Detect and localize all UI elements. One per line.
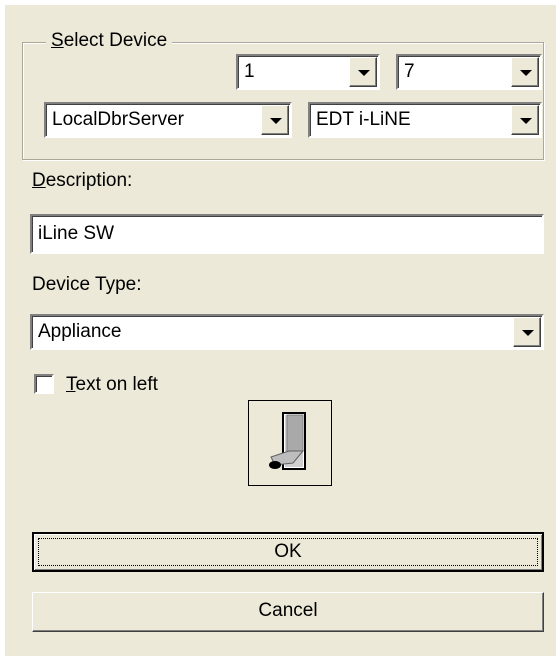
address-primary-value: 1 bbox=[244, 61, 255, 82]
chevron-down-icon[interactable] bbox=[511, 57, 539, 87]
device-type-label: Device Type: bbox=[32, 274, 142, 295]
description-label: Description: bbox=[32, 170, 132, 192]
text-on-left-label-text: ext on left bbox=[75, 374, 158, 395]
switch-icon bbox=[269, 412, 306, 470]
device-type-value: Appliance bbox=[38, 321, 122, 342]
model-combo[interactable]: EDT i-LiNE bbox=[308, 102, 542, 138]
chevron-down-icon[interactable] bbox=[349, 57, 377, 87]
focus-rect bbox=[38, 538, 538, 566]
device-type-combo[interactable]: Appliance bbox=[30, 314, 544, 350]
server-combo[interactable]: LocalDbrServer bbox=[44, 102, 292, 138]
select-device-legend: Select Device bbox=[46, 30, 173, 52]
chevron-down-icon[interactable] bbox=[261, 105, 289, 135]
description-input[interactable]: iLine SW bbox=[30, 214, 544, 254]
text-on-left-checkbox[interactable] bbox=[34, 374, 54, 394]
select-device-accel: S bbox=[51, 30, 64, 51]
address-secondary-value: 7 bbox=[404, 61, 415, 82]
chevron-down-icon[interactable] bbox=[513, 317, 541, 347]
cancel-button-label: Cancel bbox=[258, 600, 318, 621]
cancel-button[interactable]: Cancel bbox=[32, 592, 544, 632]
chevron-down-icon[interactable] bbox=[511, 105, 539, 135]
text-on-left-label[interactable]: Text on left bbox=[66, 374, 158, 396]
address-secondary-combo[interactable]: 7 bbox=[396, 54, 542, 90]
description-accel: D bbox=[32, 170, 46, 191]
address-primary-combo[interactable]: 1 bbox=[236, 54, 380, 90]
device-dialog: Select Device 1 7 LocalDbrServer EDT i-L… bbox=[0, 0, 556, 656]
text-on-left-accel: T bbox=[66, 374, 76, 395]
select-device-legend-text: elect Device bbox=[63, 30, 168, 51]
ok-button[interactable]: OK bbox=[32, 532, 544, 572]
device-preview bbox=[248, 400, 332, 486]
server-value: LocalDbrServer bbox=[52, 109, 184, 130]
description-label-text: escription: bbox=[45, 170, 133, 191]
model-value: EDT i-LiNE bbox=[316, 109, 411, 130]
